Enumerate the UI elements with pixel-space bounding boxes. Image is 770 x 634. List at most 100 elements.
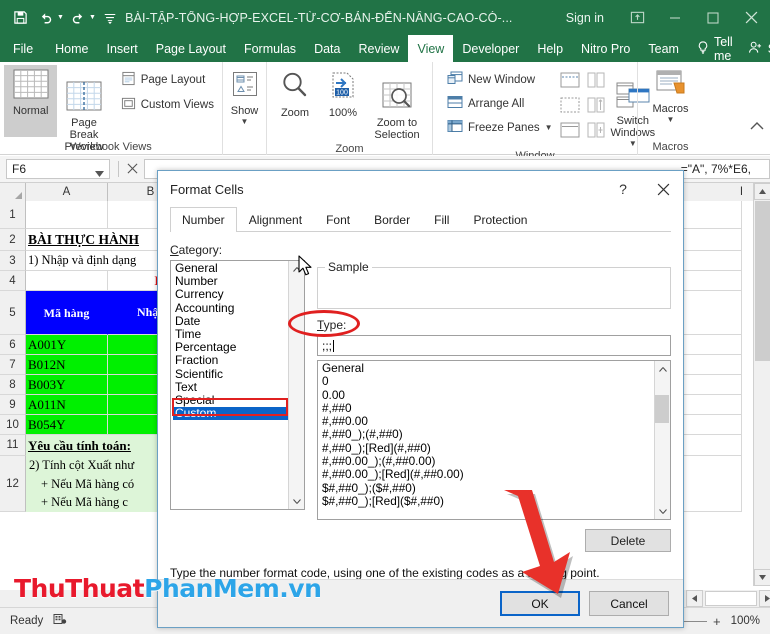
type-scroll-down-icon[interactable]	[655, 503, 671, 519]
page-layout-button[interactable]: Page Layout	[117, 70, 218, 90]
custom-views-button[interactable]: Custom Views	[117, 95, 218, 115]
freeze-panes-dropdown-caret[interactable]: ▼	[545, 123, 553, 132]
ribbon-display-options-icon[interactable]	[618, 0, 656, 35]
unhide-icon[interactable]	[560, 122, 580, 143]
show-dropdown-caret[interactable]: ▼	[241, 117, 249, 126]
macros-dropdown-caret[interactable]: ▼	[667, 115, 675, 124]
vertical-scroll-thumb[interactable]	[755, 201, 770, 361]
tell-me-button[interactable]: Tell me	[688, 35, 742, 62]
dialog-tab-fill[interactable]: Fill	[422, 208, 461, 231]
zoom-to-selection-button[interactable]: Zoom to Selection	[367, 65, 427, 141]
category-scroll-down-icon[interactable]	[289, 493, 305, 509]
arrange-all-button[interactable]: Arrange All	[443, 94, 557, 113]
tab-review[interactable]: Review	[349, 35, 408, 62]
cell-i4[interactable]	[684, 271, 742, 291]
redo-icon[interactable]	[66, 6, 90, 30]
category-item-fraction[interactable]: Fraction	[173, 354, 304, 367]
scroll-left-arrow[interactable]	[686, 590, 703, 607]
zoom-100-button[interactable]: 100 100%	[319, 65, 367, 119]
row-header-2[interactable]: 2	[0, 229, 26, 251]
ok-button[interactable]: OK	[500, 591, 580, 616]
type-input[interactable]: ;;;	[317, 335, 671, 356]
switch-windows-dropdown-caret[interactable]: ▼	[629, 139, 637, 148]
collapse-ribbon-icon[interactable]	[750, 118, 764, 154]
share-button[interactable]: Share	[742, 35, 770, 62]
tab-data[interactable]: Data	[305, 35, 349, 62]
cell-a9[interactable]: A011N	[26, 395, 108, 415]
synchronous-scrolling-icon[interactable]	[587, 97, 605, 118]
row-header-6[interactable]: 6	[0, 335, 26, 355]
cell-a6[interactable]: A001Y	[26, 335, 108, 355]
cell-i9[interactable]	[684, 395, 742, 415]
tab-team[interactable]: Team	[639, 35, 688, 62]
row-header-5[interactable]: 5	[0, 291, 26, 335]
dialog-tab-border[interactable]: Border	[362, 208, 422, 231]
cell-i12[interactable]	[684, 456, 742, 512]
cell-i5[interactable]	[684, 291, 742, 335]
minimize-icon[interactable]	[656, 0, 694, 35]
dialog-tab-font[interactable]: Font	[314, 208, 362, 231]
type-scroll-thumb[interactable]	[655, 395, 669, 423]
select-all-corner[interactable]	[0, 183, 26, 201]
row-header-1[interactable]: 1	[0, 201, 26, 229]
freeze-panes-button[interactable]: Freeze Panes ▼	[443, 118, 557, 137]
sign-in-button[interactable]: Sign in	[566, 11, 604, 25]
type-scroll-up-icon[interactable]	[655, 361, 671, 377]
scroll-down-arrow[interactable]	[754, 569, 770, 586]
cell-i10[interactable]	[684, 415, 742, 435]
macros-button[interactable]: Macros ▼	[643, 65, 699, 124]
type-item-3[interactable]: #,##0	[320, 402, 670, 415]
cell-i2[interactable]	[684, 229, 742, 251]
maximize-icon[interactable]	[694, 0, 732, 35]
tab-home[interactable]: Home	[46, 35, 97, 62]
tab-help[interactable]: Help	[528, 35, 572, 62]
new-window-button[interactable]: New Window	[443, 70, 557, 89]
cancel-formula-icon[interactable]	[127, 162, 138, 177]
name-box[interactable]: F6	[6, 159, 110, 179]
vertical-scrollbar[interactable]	[753, 183, 770, 586]
tab-insert[interactable]: Insert	[98, 35, 147, 62]
type-item-6[interactable]: #,##0_);[Red](#,##0)	[320, 442, 670, 455]
reset-window-position-icon[interactable]	[587, 122, 605, 143]
delete-button[interactable]: Delete	[585, 529, 671, 552]
dialog-tab-number[interactable]: Number	[170, 207, 237, 232]
dialog-tab-protection[interactable]: Protection	[461, 208, 539, 231]
cell-a1[interactable]	[26, 201, 108, 229]
cell-i3[interactable]	[684, 251, 742, 271]
dialog-help-button[interactable]: ?	[603, 173, 643, 205]
dialog-close-icon[interactable]	[643, 173, 683, 205]
type-item-1[interactable]: 0	[320, 375, 670, 388]
tab-view[interactable]: View	[408, 35, 453, 62]
horizontal-scroll-thumb[interactable]	[705, 591, 757, 606]
view-side-by-side-icon[interactable]	[587, 72, 605, 93]
split-icon[interactable]	[560, 72, 580, 93]
row-header-8[interactable]: 8	[0, 375, 26, 395]
name-box-dropdown-icon[interactable]	[95, 166, 104, 180]
category-item-currency[interactable]: Currency	[173, 288, 304, 301]
dialog-tab-alignment[interactable]: Alignment	[237, 208, 314, 231]
redo-dropdown-caret[interactable]: ▼	[89, 14, 96, 21]
show-button[interactable]: Show ▼	[227, 65, 262, 126]
zoom-in-button[interactable]: +	[713, 614, 721, 629]
type-item-0[interactable]: General	[320, 362, 670, 375]
hide-icon[interactable]	[560, 97, 580, 118]
row-header-12[interactable]: 12	[0, 456, 26, 512]
type-item-7[interactable]: #,##0.00_);(#,##0.00)	[320, 455, 670, 468]
type-item-2[interactable]: 0.00	[320, 389, 670, 402]
undo-icon[interactable]	[34, 6, 58, 30]
page-break-preview-button[interactable]: Page Break Preview	[57, 65, 110, 137]
cell-i1[interactable]	[684, 201, 742, 229]
type-item-9[interactable]: $#,##0_);($#,##0)	[320, 482, 670, 495]
tab-formulas[interactable]: Formulas	[235, 35, 305, 62]
row-header-4[interactable]: 4	[0, 271, 26, 291]
save-icon[interactable]	[8, 6, 32, 30]
row-header-11[interactable]: 11	[0, 435, 26, 456]
close-icon[interactable]	[732, 0, 770, 35]
scroll-right-arrow[interactable]	[759, 590, 770, 607]
undo-dropdown-caret[interactable]: ▼	[57, 14, 64, 21]
type-item-10[interactable]: $#,##0_);[Red]($#,##0)	[320, 495, 670, 508]
type-item-4[interactable]: #,##0.00	[320, 415, 670, 428]
cell-a5[interactable]: Mã hàng	[26, 291, 108, 335]
category-listbox[interactable]: General Number Currency Accounting Date …	[170, 260, 305, 510]
zoom-level-label[interactable]: 100%	[731, 615, 760, 627]
